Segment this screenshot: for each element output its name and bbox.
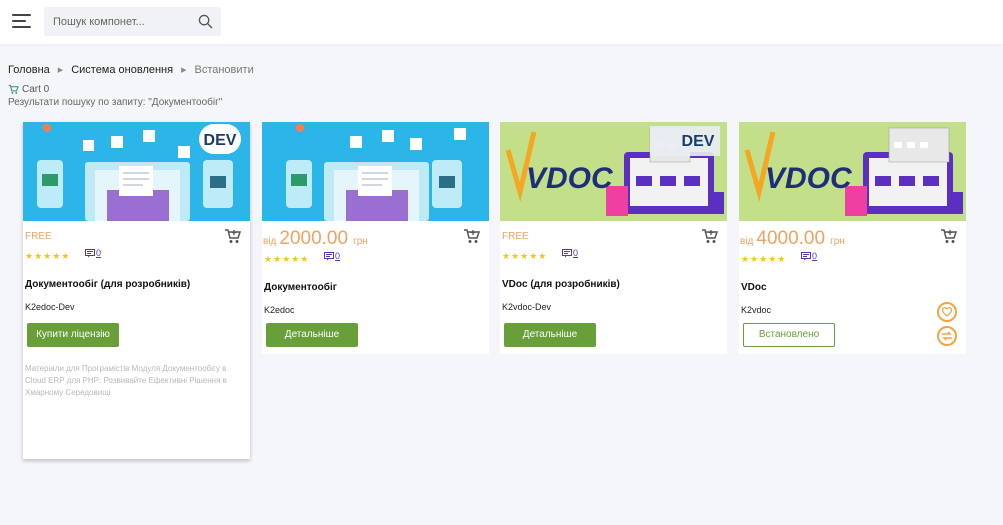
price-currency: грн <box>830 236 845 247</box>
top-bar <box>0 0 1003 44</box>
details-button[interactable]: Детальніше <box>266 323 358 347</box>
details-button[interactable]: Детальніше <box>504 323 596 347</box>
rating-stars: ★★★★★ <box>502 251 548 261</box>
breadcrumb-section[interactable]: Система оновлення <box>71 64 173 76</box>
vdoc-logo: VDOC <box>765 162 853 195</box>
product-title[interactable]: Документообіг (для розробників) <box>25 279 190 290</box>
cart-link[interactable]: Cart 0 <box>8 84 49 95</box>
product-code: K2vdoc-Dev <box>502 302 552 312</box>
comment-icon <box>562 248 572 257</box>
breadcrumb-current: Встановити <box>194 64 254 76</box>
vdoc-logo: VDOC <box>526 162 614 195</box>
product-title[interactable]: VDoc (для розробників) <box>502 279 620 290</box>
product-card: DEV FREE ★★★★★ 0 Документообіг (для розр… <box>23 122 250 459</box>
cart-icon <box>8 84 19 94</box>
product-card: VDOC від 4000.00 грн ★★★★★ 0 VDoc K2vdoc… <box>739 122 966 354</box>
breadcrumb-separator-icon: ▶ <box>181 67 187 74</box>
product-image[interactable]: VDOC <box>739 122 966 221</box>
price-amount: 2000.00 <box>279 228 349 249</box>
reviews-count: 0 <box>812 251 818 261</box>
installed-button[interactable]: Встановлено <box>743 323 835 347</box>
product-image[interactable]: VDOC DEV <box>500 122 727 221</box>
price-free: FREE <box>25 231 52 242</box>
product-card: VDOC DEV FREE ★★★★★ 0 VDoc (для розробни… <box>500 122 727 354</box>
comment-icon <box>801 251 811 260</box>
reviews-link[interactable]: 0 <box>324 251 340 261</box>
add-to-cart-icon[interactable] <box>701 228 719 244</box>
favorite-button[interactable] <box>937 302 957 322</box>
rating-stars: ★★★★★ <box>264 254 310 264</box>
product-title[interactable]: Документообіг <box>264 282 337 293</box>
reviews-link[interactable]: 0 <box>801 251 817 261</box>
reviews-count: 0 <box>573 248 579 258</box>
price: від 2000.00 грн <box>263 228 368 250</box>
comment-icon <box>85 248 95 257</box>
reviews-count: 0 <box>335 251 341 261</box>
compare-icon <box>942 331 952 341</box>
product-code: K2edoc-Dev <box>25 302 75 312</box>
price-currency: грн <box>353 236 368 247</box>
price-free: FREE <box>502 231 529 242</box>
product-image[interactable] <box>262 122 489 221</box>
price-from-label: від <box>263 236 277 247</box>
buy-license-button[interactable]: Купити ліцензію <box>27 323 119 347</box>
product-code: K2edoc <box>264 305 295 315</box>
search-results-text: Результати пошуку по запиту: "Документоо… <box>8 97 223 108</box>
price: від 4000.00 грн <box>740 228 845 250</box>
comment-icon <box>324 251 334 260</box>
heart-icon <box>942 307 952 317</box>
product-description: Матеріали для Програмістів Модуля Докуме… <box>25 364 227 397</box>
reviews-link[interactable]: 0 <box>562 248 578 258</box>
dev-badge: DEV <box>682 133 715 150</box>
menu-icon[interactable] <box>12 12 31 28</box>
rating-stars: ★★★★★ <box>741 254 787 264</box>
search-icon[interactable] <box>198 14 213 29</box>
breadcrumb-separator-icon: ▶ <box>57 67 64 74</box>
add-to-cart-icon[interactable] <box>463 228 481 244</box>
breadcrumb: Головна ▶ Система оновлення ▶ Встановити <box>8 64 254 76</box>
dev-badge: DEV <box>204 132 237 149</box>
reviews-count: 0 <box>96 248 102 258</box>
product-card: від 2000.00 грн ★★★★★ 0 Документообіг K2… <box>262 122 489 354</box>
reviews-link[interactable]: 0 <box>85 248 101 258</box>
search-box <box>44 7 221 36</box>
price-amount: 4000.00 <box>756 228 826 249</box>
search-input[interactable] <box>44 7 194 36</box>
cart-label: Cart 0 <box>22 84 50 95</box>
add-to-cart-icon[interactable] <box>940 228 958 244</box>
compare-button[interactable] <box>937 326 957 346</box>
add-to-cart-icon[interactable] <box>224 228 242 244</box>
breadcrumb-home[interactable]: Головна <box>8 64 50 76</box>
product-code: K2vdoc <box>741 305 772 315</box>
price-from-label: від <box>740 236 754 247</box>
product-title[interactable]: VDoc <box>741 282 767 293</box>
product-image[interactable]: DEV <box>23 122 250 221</box>
rating-stars: ★★★★★ <box>25 251 71 261</box>
